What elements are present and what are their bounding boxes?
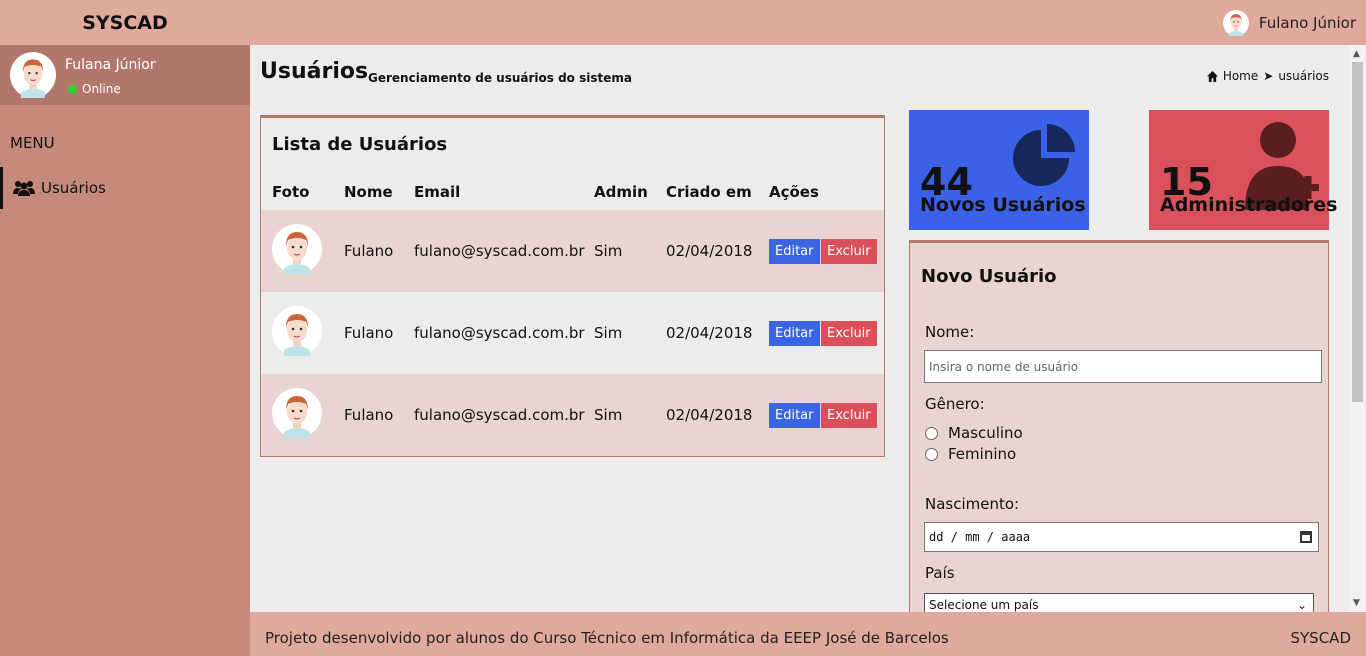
- table-header: Foto Nome Email Admin Criado em Ações: [261, 176, 884, 210]
- avatar: [10, 52, 56, 98]
- table-row: Fulano fulano@syscad.com.br Sim 02/04/20…: [261, 292, 884, 374]
- country-label: País: [925, 564, 955, 582]
- breadcrumb-separator-icon: ➤: [1263, 69, 1274, 83]
- calendar-icon[interactable]: [1300, 531, 1312, 543]
- new-users-label: Novos Usuários: [920, 194, 1086, 216]
- avatar: [272, 388, 322, 438]
- column-header-admin: Admin: [594, 183, 648, 201]
- online-status: Online: [68, 82, 121, 96]
- gender-option-label: Feminino: [948, 445, 1017, 463]
- sidebar-item-usuarios[interactable]: Usuários: [0, 167, 250, 209]
- column-header-foto: Foto: [272, 183, 310, 201]
- gender-option-label: Masculino: [948, 424, 1023, 442]
- user-created-cell: 02/04/2018: [666, 324, 753, 342]
- form-title: Novo Usuário: [921, 266, 1057, 287]
- home-icon: [1206, 70, 1218, 82]
- avatar: [272, 224, 322, 274]
- gender-option-feminino[interactable]: Feminino: [925, 445, 1016, 463]
- user-created-cell: 02/04/2018: [666, 242, 753, 260]
- pie-chart-icon: [1013, 124, 1075, 186]
- menu-heading: MENU: [10, 134, 55, 152]
- footer-text: Projeto desenvolvido por alunos do Curso…: [265, 629, 949, 647]
- breadcrumb-home[interactable]: Home: [1223, 69, 1258, 83]
- admins-label: Administradores: [1160, 194, 1338, 216]
- delete-button[interactable]: Excluir: [821, 239, 877, 264]
- scroll-down-arrow-icon[interactable]: ▼: [1353, 598, 1360, 608]
- birth-date-input[interactable]: dd / mm / aaaa: [924, 522, 1319, 552]
- table-row: Fulano fulano@syscad.com.br Sim 02/04/20…: [261, 210, 884, 292]
- page-scrollbar[interactable]: ▲ ▼: [1349, 45, 1366, 612]
- table-row: Fulano fulano@syscad.com.br Sim 02/04/20…: [261, 374, 884, 456]
- scroll-up-arrow-icon[interactable]: ▲: [1353, 49, 1360, 59]
- footer: Projeto desenvolvido por alunos do Curso…: [250, 612, 1366, 656]
- users-icon: [13, 181, 35, 196]
- column-header-nome: Nome: [344, 183, 393, 201]
- page-title: Usuários: [260, 59, 369, 84]
- edit-button[interactable]: Editar: [769, 321, 820, 346]
- user-name-cell: Fulano: [344, 406, 394, 424]
- user-admin-cell: Sim: [594, 406, 623, 424]
- user-list-title: Lista de Usuários: [272, 134, 448, 155]
- radio-button[interactable]: [925, 447, 938, 461]
- user-list-card: Lista de Usuários Foto Nome Email Admin …: [260, 115, 885, 457]
- page-subtitle: Gerenciamento de usuários do sistema: [368, 71, 632, 85]
- new-user-form-card: Novo Usuário Nome: Gênero: Masculino Fem…: [909, 240, 1329, 620]
- country-select-value: Selecione um país: [929, 598, 1039, 612]
- brand-logo[interactable]: SYSCAD: [0, 0, 250, 45]
- user-admin-cell: Sim: [594, 242, 623, 260]
- sidebar-item-label: Usuários: [41, 179, 106, 197]
- gender-label: Gênero:: [925, 395, 985, 413]
- column-header-email: Email: [414, 183, 461, 201]
- radio-button[interactable]: [925, 426, 938, 440]
- sidebar: Fulana Júnior Online MENU Usuários: [0, 45, 250, 656]
- name-input[interactable]: [924, 350, 1322, 383]
- footer-brand: SYSCAD: [1290, 629, 1352, 647]
- avatar: [1223, 10, 1249, 36]
- user-created-cell: 02/04/2018: [666, 406, 753, 424]
- delete-button[interactable]: Excluir: [821, 321, 877, 346]
- admins-stat-card: 15 Administradores: [1149, 110, 1337, 230]
- user-email-cell: fulano@syscad.com.br: [414, 406, 585, 424]
- top-bar: SYSCAD Fulano Júnior: [0, 0, 1366, 45]
- gender-option-masculino[interactable]: Masculino: [925, 424, 1023, 442]
- column-header-criado: Criado em: [666, 183, 752, 201]
- new-users-stat-card: 44 Novos Usuários: [909, 110, 1089, 230]
- birth-date-placeholder: dd / mm / aaaa: [929, 530, 1031, 544]
- online-dot-icon: [68, 84, 77, 94]
- column-header-acoes: Ações: [769, 183, 819, 201]
- sidebar-user-name: Fulana Júnior: [65, 57, 156, 73]
- sidebar-user-panel: Fulana Júnior Online: [0, 45, 250, 105]
- user-email-cell: fulano@syscad.com.br: [414, 242, 585, 260]
- birth-label: Nascimento:: [925, 495, 1020, 513]
- user-admin-cell: Sim: [594, 324, 623, 342]
- edit-button[interactable]: Editar: [769, 239, 820, 264]
- delete-button[interactable]: Excluir: [821, 403, 877, 428]
- user-email-cell: fulano@syscad.com.br: [414, 324, 585, 342]
- avatar: [272, 306, 322, 356]
- top-user-name: Fulano Júnior: [1258, 14, 1356, 32]
- user-name-cell: Fulano: [344, 242, 394, 260]
- scroll-thumb[interactable]: [1352, 62, 1363, 402]
- name-label: Nome:: [925, 323, 975, 341]
- breadcrumb-current: usuários: [1278, 69, 1329, 83]
- edit-button[interactable]: Editar: [769, 403, 820, 428]
- online-status-label: Online: [82, 82, 121, 96]
- user-name-cell: Fulano: [344, 324, 394, 342]
- breadcrumb: Home ➤ usuários: [1206, 69, 1329, 83]
- top-user-menu[interactable]: Fulano Júnior: [1223, 9, 1356, 37]
